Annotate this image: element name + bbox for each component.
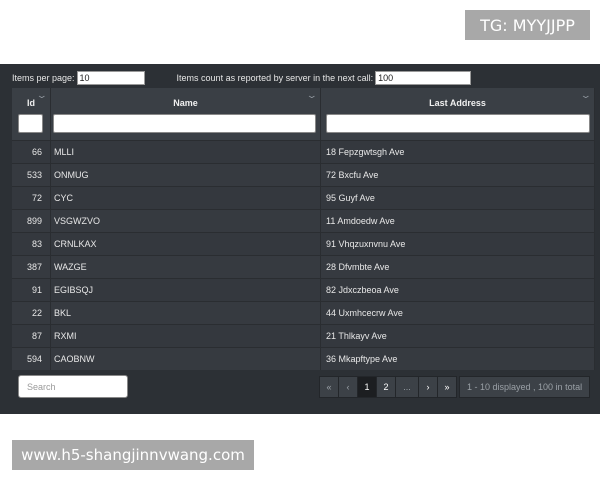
cell-name: MLLI [51, 141, 321, 163]
page-ellipsis: ... [395, 376, 419, 398]
table-row[interactable]: 83 CRNLKAX 91 Vhqzuxnvnu Ave [12, 232, 595, 255]
cell-id: 87 [12, 325, 51, 347]
server-count-input[interactable] [375, 71, 472, 85]
pagination-summary: 1 - 10 displayed , 100 in total [459, 376, 591, 398]
prev-page-button[interactable]: ‹ [338, 376, 358, 398]
cell-name: RXMI [51, 325, 321, 347]
cell-address: 95 Guyf Ave [321, 187, 595, 209]
tg-badge: TG: MYYJJPP [465, 10, 590, 40]
cell-id: 533 [12, 164, 51, 186]
cell-address: 11 Amdoedw Ave [321, 210, 595, 232]
cell-address: 21 Thlkayv Ave [321, 325, 595, 347]
column-header-id[interactable]: Id ⌄ [12, 88, 51, 140]
chevron-down-icon[interactable]: ⌄ [306, 90, 318, 101]
cell-id: 387 [12, 256, 51, 278]
table-row[interactable]: 72 CYC 95 Guyf Ave [12, 186, 595, 209]
table-row[interactable]: 66 MLLI 18 Fepzgwtsgh Ave [12, 140, 595, 163]
table-row[interactable]: 91 EGIBSQJ 82 Jdxczbeoa Ave [12, 278, 595, 301]
cell-id: 899 [12, 210, 51, 232]
chevron-down-icon[interactable]: ⌄ [36, 90, 48, 101]
pagination: « ‹ 1 2 ... › » 1 - 10 displayed , 100 i… [319, 376, 591, 398]
grid-body: 66 MLLI 18 Fepzgwtsgh Ave 533 ONMUG 72 B… [12, 140, 595, 370]
cell-address: 82 Jdxczbeoa Ave [321, 279, 595, 301]
table-row[interactable]: 22 BKL 44 Uxmhcecrw Ave [12, 301, 595, 324]
cell-id: 66 [12, 141, 51, 163]
filter-input-name[interactable] [53, 114, 316, 133]
cell-name: WAZGE [51, 256, 321, 278]
cell-id: 83 [12, 233, 51, 255]
cell-address: 44 Uxmhcecrw Ave [321, 302, 595, 324]
page-1-button[interactable]: 1 [357, 376, 377, 398]
items-per-page-input[interactable] [76, 71, 145, 85]
column-header-name[interactable]: Name ⌄ [51, 88, 321, 140]
next-page-button[interactable]: › [418, 376, 438, 398]
filter-input-address[interactable] [326, 114, 590, 133]
cell-address: 36 Mkapftype Ave [321, 348, 595, 370]
table-row[interactable]: 87 RXMI 21 Thlkayv Ave [12, 324, 595, 347]
cell-id: 72 [12, 187, 51, 209]
grid-app: Items per page: Items count as reported … [0, 64, 600, 414]
chevron-down-icon[interactable]: ⌄ [580, 90, 592, 101]
cell-name: CRNLKAX [51, 233, 321, 255]
cell-name: VSGWZVO [51, 210, 321, 232]
items-per-page-label: Items per page: [12, 73, 75, 83]
cell-name: ONMUG [51, 164, 321, 186]
cell-name: BKL [51, 302, 321, 324]
cell-id: 91 [12, 279, 51, 301]
data-grid: Id ⌄ Name ⌄ Last Address ⌄ 66 MLLI 18 Fe… [12, 88, 595, 370]
cell-address: 72 Bxcfu Ave [321, 164, 595, 186]
column-title-name: Name [173, 98, 198, 108]
cell-name: CYC [51, 187, 321, 209]
column-header-address[interactable]: Last Address ⌄ [321, 88, 595, 140]
table-row[interactable]: 533 ONMUG 72 Bxcfu Ave [12, 163, 595, 186]
filter-input-id[interactable] [18, 114, 43, 133]
search-input[interactable] [18, 375, 128, 398]
last-page-button[interactable]: » [437, 376, 457, 398]
first-page-button[interactable]: « [319, 376, 339, 398]
column-title-address: Last Address [429, 98, 486, 108]
table-row[interactable]: 899 VSGWZVO 11 Amdoedw Ave [12, 209, 595, 232]
cell-address: 91 Vhqzuxnvnu Ave [321, 233, 595, 255]
server-count-label: Items count as reported by server in the… [176, 73, 374, 83]
cell-id: 22 [12, 302, 51, 324]
cell-name: EGIBSQJ [51, 279, 321, 301]
table-row[interactable]: 387 WAZGE 28 Dfvmbte Ave [12, 255, 595, 278]
cell-name: CAOBNW [51, 348, 321, 370]
watermark-banner: www.h5-shangjinnvwang.com [12, 440, 254, 470]
cell-address: 18 Fepzgwtsgh Ave [321, 141, 595, 163]
cell-address: 28 Dfvmbte Ave [321, 256, 595, 278]
page-2-button[interactable]: 2 [376, 376, 396, 398]
cell-id: 594 [12, 348, 51, 370]
table-row[interactable]: 594 CAOBNW 36 Mkapftype Ave [12, 347, 595, 370]
grid-options-bar: Items per page: Items count as reported … [12, 70, 590, 86]
